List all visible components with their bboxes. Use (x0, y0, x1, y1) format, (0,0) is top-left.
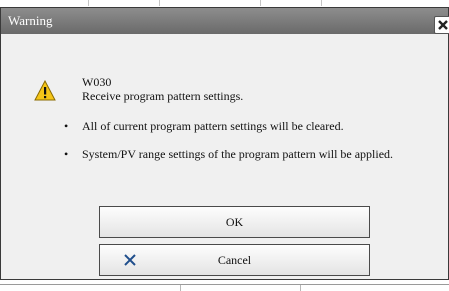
detail-list: • All of current program pattern setting… (62, 119, 422, 175)
bullet-icon: • (64, 119, 69, 133)
background-tick (300, 285, 301, 291)
background-divider (0, 284, 449, 285)
bullet-icon: • (64, 147, 69, 161)
background-segment (0, 0, 89, 6)
close-icon (438, 20, 448, 30)
ok-button[interactable]: OK (99, 206, 370, 238)
message-code: W030 (82, 75, 112, 89)
background-segment (160, 0, 261, 6)
warning-triangle-icon (34, 80, 56, 101)
x-cancel-icon (124, 254, 136, 266)
background-segment (261, 0, 322, 6)
detail-text: System/PV range settings of the program … (82, 147, 394, 161)
dialog-title: Warning (8, 13, 53, 28)
background-tick (180, 285, 181, 291)
list-item: • All of current program pattern setting… (62, 119, 422, 133)
close-button[interactable] (434, 16, 449, 34)
background-segment (89, 0, 160, 6)
screen: Warning W030 Receive program pattern set… (0, 0, 449, 291)
background-window-bottom (0, 280, 449, 291)
cancel-button-label: Cancel (217, 253, 252, 267)
ok-button-label: OK (225, 215, 244, 229)
list-item: • System/PV range settings of the progra… (62, 147, 422, 161)
warning-dialog: Warning W030 Receive program pattern set… (0, 7, 449, 280)
message-text: Receive program pattern settings. (82, 89, 244, 103)
cancel-button[interactable]: Cancel (99, 244, 370, 276)
detail-text: All of current program pattern settings … (82, 119, 344, 133)
dialog-content: W030 Receive program pattern settings. •… (1, 34, 448, 279)
dialog-titlebar[interactable]: Warning (1, 8, 448, 34)
